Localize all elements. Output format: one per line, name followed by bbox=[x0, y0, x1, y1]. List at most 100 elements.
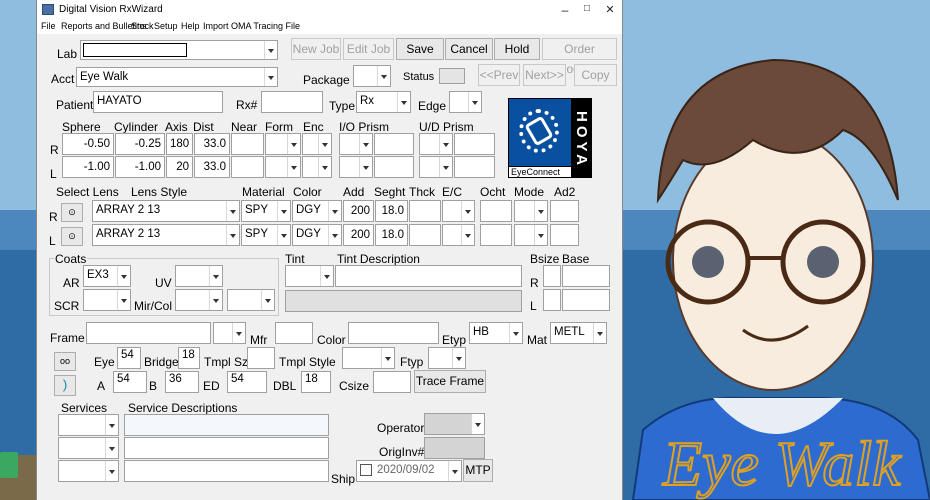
acct-combo[interactable]: Eye Walk bbox=[76, 67, 278, 87]
l-io-prism-dir[interactable] bbox=[339, 156, 373, 178]
r-enc-combo[interactable] bbox=[302, 133, 332, 155]
tmpl-style-combo[interactable] bbox=[342, 347, 395, 369]
service-combo-2[interactable] bbox=[58, 437, 119, 459]
maximize-icon[interactable]: □ bbox=[577, 3, 597, 14]
hold-button[interactable]: Hold bbox=[494, 38, 540, 60]
l-enc-combo[interactable] bbox=[302, 156, 332, 178]
new-job-button[interactable]: New Job bbox=[291, 38, 341, 60]
r-io-prism-dir[interactable] bbox=[339, 133, 373, 155]
col-combo[interactable] bbox=[227, 289, 275, 311]
r-form-combo[interactable] bbox=[265, 133, 301, 155]
l-ud-prism-dir[interactable] bbox=[419, 156, 453, 178]
edit-job-button[interactable]: Edit Job bbox=[343, 38, 394, 60]
menu-setup[interactable]: Setup bbox=[154, 21, 178, 31]
service-combo-3[interactable] bbox=[58, 460, 119, 482]
menu-file[interactable]: File bbox=[41, 21, 56, 31]
r-sphere-input[interactable]: -0.50 bbox=[62, 133, 114, 155]
r-mode-combo[interactable] bbox=[514, 200, 548, 222]
l-color-combo[interactable]: DGY bbox=[292, 224, 342, 246]
mfr-input[interactable] bbox=[275, 322, 313, 344]
etyp-combo[interactable]: HB bbox=[469, 322, 523, 344]
r-dist-input[interactable]: 33.0 bbox=[194, 133, 230, 155]
r-lens-search-button[interactable]: ⊙ bbox=[61, 203, 83, 222]
mir-combo[interactable] bbox=[175, 289, 223, 311]
mat-combo[interactable]: METL bbox=[550, 322, 607, 344]
service-desc-input-3[interactable] bbox=[124, 460, 329, 482]
ftyp-combo[interactable] bbox=[428, 347, 466, 369]
l-ocht-input[interactable] bbox=[480, 224, 512, 246]
b-input[interactable]: 36 bbox=[165, 371, 199, 393]
desktop-app-icon[interactable] bbox=[0, 452, 18, 478]
package-combo[interactable] bbox=[353, 65, 391, 87]
order-lookup-button[interactable]: Order Lookup bbox=[542, 38, 617, 76]
l-near-input[interactable] bbox=[231, 156, 264, 178]
rx-num-input[interactable] bbox=[261, 91, 323, 113]
r-material-combo[interactable]: SPY bbox=[241, 200, 291, 222]
r-io-prism-input[interactable] bbox=[374, 133, 414, 155]
l-lens-search-button[interactable]: ⊙ bbox=[61, 227, 83, 246]
mtp-button[interactable]: MTP bbox=[463, 459, 493, 482]
l-bsize-input[interactable] bbox=[543, 289, 561, 311]
eye-input[interactable]: 54 bbox=[117, 347, 141, 369]
next-button[interactable]: Next>> bbox=[523, 64, 566, 86]
cancel-button[interactable]: Cancel bbox=[445, 38, 493, 60]
tmpl-sz-input[interactable] bbox=[247, 347, 275, 369]
csize-input[interactable] bbox=[373, 371, 411, 393]
l-seght-input[interactable]: 18.0 bbox=[375, 224, 408, 246]
r-ocht-input[interactable] bbox=[480, 200, 512, 222]
close-icon[interactable]: ✕ bbox=[600, 3, 620, 16]
patient-input[interactable]: HAYATO bbox=[93, 91, 223, 113]
l-mode-combo[interactable] bbox=[514, 224, 548, 246]
l-dist-input[interactable]: 33.0 bbox=[194, 156, 230, 178]
l-ad2-input[interactable] bbox=[550, 224, 579, 246]
frame-combo[interactable] bbox=[213, 322, 246, 344]
edge-combo[interactable] bbox=[449, 91, 482, 113]
r-ec-combo[interactable] bbox=[442, 200, 475, 222]
menu-stock[interactable]: Stock bbox=[131, 21, 154, 31]
service-desc-input-1[interactable] bbox=[124, 414, 329, 436]
lab-combo[interactable] bbox=[80, 40, 278, 60]
ar-combo[interactable]: EX3 bbox=[83, 265, 131, 287]
bridge-input[interactable]: 18 bbox=[178, 347, 200, 369]
tint-combo[interactable] bbox=[285, 265, 334, 287]
r-thck-input[interactable] bbox=[409, 200, 441, 222]
ship-date-picker[interactable]: 2020/09/02 bbox=[356, 460, 462, 482]
r-base-input[interactable] bbox=[562, 265, 610, 287]
operator-combo[interactable] bbox=[424, 413, 485, 435]
frame-lookup-button[interactable]: oo bbox=[54, 352, 76, 371]
uv-combo[interactable] bbox=[175, 265, 223, 287]
l-base-input[interactable] bbox=[562, 289, 610, 311]
r-lens-style-combo[interactable]: ARRAY 2 13 bbox=[92, 200, 240, 222]
r-seght-input[interactable]: 18.0 bbox=[375, 200, 408, 222]
tint-description-input[interactable] bbox=[335, 265, 522, 287]
ship-checkbox[interactable] bbox=[360, 464, 372, 476]
dbl-input[interactable]: 18 bbox=[301, 371, 331, 393]
trace-frame-button[interactable]: Trace Frame bbox=[414, 370, 486, 393]
menu-import-oma[interactable]: Import OMA Tracing File bbox=[203, 21, 300, 31]
r-color-combo[interactable]: DGY bbox=[292, 200, 342, 222]
l-thck-input[interactable] bbox=[409, 224, 441, 246]
r-ud-prism-input[interactable] bbox=[454, 133, 495, 155]
save-button[interactable]: Save bbox=[396, 38, 444, 60]
l-sphere-input[interactable]: -1.00 bbox=[62, 156, 114, 178]
minimize-icon[interactable]: – bbox=[555, 3, 575, 17]
l-form-combo[interactable] bbox=[265, 156, 301, 178]
r-bsize-input[interactable] bbox=[543, 265, 561, 287]
r-cylinder-input[interactable]: -0.25 bbox=[115, 133, 165, 155]
menu-help[interactable]: Help bbox=[181, 21, 200, 31]
service-combo-1[interactable] bbox=[58, 414, 119, 436]
l-ec-combo[interactable] bbox=[442, 224, 475, 246]
r-ud-prism-dir[interactable] bbox=[419, 133, 453, 155]
scr-combo[interactable] bbox=[83, 289, 131, 311]
l-cylinder-input[interactable]: -1.00 bbox=[115, 156, 165, 178]
r-ad2-input[interactable] bbox=[550, 200, 579, 222]
type-combo[interactable]: Rx bbox=[356, 91, 411, 113]
trace-file-button[interactable]: ) bbox=[54, 375, 76, 396]
copy-button[interactable]: Copy bbox=[574, 64, 617, 86]
frame-input[interactable] bbox=[86, 322, 211, 344]
frame-color-input[interactable] bbox=[348, 322, 439, 344]
ed-input[interactable]: 54 bbox=[227, 371, 267, 393]
service-desc-input-2[interactable] bbox=[124, 437, 329, 459]
r-near-input[interactable] bbox=[231, 133, 264, 155]
l-io-prism-input[interactable] bbox=[374, 156, 414, 178]
